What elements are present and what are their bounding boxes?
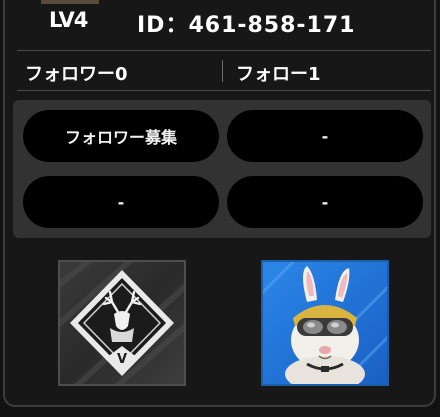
rabbit-avatar-icon	[263, 262, 387, 384]
stag-emblem-icon: V	[60, 262, 184, 384]
player-id: ID：461-858-171	[137, 13, 356, 38]
slot-follower-recruit-button[interactable]: フォロワー募集	[23, 110, 219, 162]
profile-panel: LV4 ID：461-858-171 フォロワー0 フォロー1 フォロワー募集 …	[3, 0, 436, 407]
avatar-badge[interactable]	[261, 260, 389, 386]
emblem-mark: V	[117, 352, 127, 367]
followers-count[interactable]: フォロワー0	[25, 60, 128, 86]
top-tab-accent	[41, 0, 99, 4]
recruit-slot-grid: フォロワー募集 - - -	[13, 100, 431, 238]
following-count[interactable]: フォロー1	[236, 60, 321, 86]
slot-empty-button[interactable]: -	[23, 176, 219, 228]
follow-separator	[222, 60, 223, 82]
divider	[17, 50, 431, 51]
divider	[17, 90, 431, 91]
slot-empty-button[interactable]: -	[227, 110, 423, 162]
player-level: LV4	[49, 8, 88, 32]
emblem-badge[interactable]: V	[58, 260, 186, 386]
slot-empty-button[interactable]: -	[227, 176, 423, 228]
